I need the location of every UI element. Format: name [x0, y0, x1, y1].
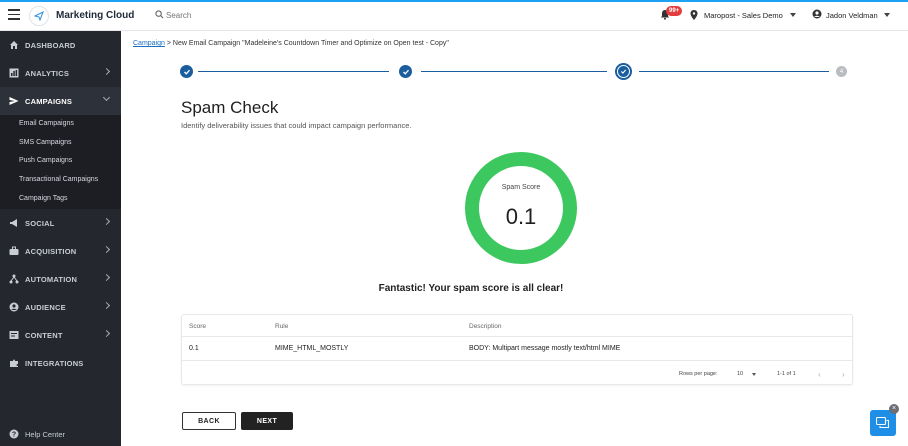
- divider: [182, 360, 852, 361]
- rows-per-page-label: Rows per page:: [679, 371, 718, 377]
- step-1-complete[interactable]: [180, 65, 193, 78]
- chevron-down-icon[interactable]: [752, 373, 756, 376]
- help-center-label: Help Center: [25, 430, 66, 439]
- chevron-right-icon: [102, 301, 111, 310]
- spam-rules-table: Score Rule Description 0.1 MIME_HTML_MOS…: [181, 314, 853, 385]
- check-icon: [402, 69, 409, 75]
- content-icon: [9, 331, 19, 339]
- cell-description: BODY: Multipart message mostly text/html…: [469, 345, 621, 352]
- chevron-down-icon[interactable]: [884, 13, 890, 17]
- sidebar-item-label: CONTENT: [25, 331, 63, 340]
- sidebar-item-label: ANALYTICS: [25, 69, 70, 78]
- account-selector[interactable]: Maropost - Sales Demo: [704, 11, 783, 20]
- send-icon: [9, 97, 19, 105]
- next-page-icon[interactable]: ›: [842, 370, 845, 379]
- column-header-description: Description: [469, 323, 502, 330]
- home-icon: [10, 41, 18, 49]
- chevron-right-icon: [102, 67, 111, 76]
- column-header-score: Score: [189, 323, 206, 330]
- sidebar-item-label: AUTOMATION: [25, 275, 78, 284]
- sidebar-item-audience[interactable]: AUDIENCE: [0, 293, 121, 321]
- chevron-down-icon[interactable]: [790, 13, 796, 17]
- chevron-right-icon: [102, 245, 111, 254]
- chevron-right-icon: [102, 217, 111, 226]
- sidebar-item-label: INTEGRATIONS: [25, 359, 84, 368]
- divider: [182, 336, 852, 337]
- sidebar-item-dashboard[interactable]: DASHBOARD: [0, 31, 121, 59]
- sidebar-item-integrations[interactable]: INTEGRATIONS: [0, 349, 121, 377]
- menu-icon[interactable]: [8, 9, 20, 21]
- sidebar-item-label: ACQUISITION: [25, 247, 77, 256]
- person-icon: [9, 302, 19, 312]
- sidebar-item-label: AUDIENCE: [25, 303, 66, 312]
- rows-per-page-select[interactable]: 10: [737, 371, 743, 377]
- breadcrumb-campaign-link[interactable]: Campaign: [133, 40, 165, 47]
- step-connector: [639, 71, 829, 73]
- sidebar-item-campaigns[interactable]: CAMPAIGNS: [0, 87, 121, 115]
- breadcrumb-current: > New Email Campaign "Madeleine's Countd…: [164, 40, 449, 47]
- breadcrumb: Campaign > New Email Campaign "Madeleine…: [133, 40, 449, 47]
- page-subtitle: Identify deliverability issues that coul…: [181, 121, 412, 130]
- sidebar-item-content[interactable]: CONTENT: [0, 321, 121, 349]
- page-title: Spam Check: [181, 98, 279, 117]
- briefcase-icon: [9, 246, 19, 255]
- user-avatar-icon[interactable]: [812, 9, 822, 19]
- app-title[interactable]: Marketing Cloud: [56, 10, 134, 21]
- spam-score-value: 0.1: [505, 204, 537, 229]
- submenu-sms-campaigns[interactable]: SMS Campaigns: [19, 139, 72, 146]
- check-icon: [620, 69, 627, 74]
- result-message: Fantastic! Your spam score is all clear!: [378, 283, 564, 294]
- step-4-pending[interactable]: 4: [836, 66, 847, 77]
- user-name[interactable]: Jadon Veldman: [826, 11, 878, 20]
- chevron-down-icon: [102, 93, 111, 102]
- spam-score-label: Spam Score: [501, 184, 541, 191]
- logo-icon[interactable]: [29, 6, 49, 26]
- sidebar-item-acquisition[interactable]: ACQUISITION: [0, 237, 121, 265]
- megaphone-icon: [10, 219, 17, 227]
- sidebar-item-label: SOCIAL: [25, 219, 55, 228]
- back-button[interactable]: BACK: [182, 412, 236, 430]
- step-3-current[interactable]: [615, 63, 632, 80]
- chevron-right-icon: [102, 273, 111, 282]
- chart-icon: [9, 68, 19, 78]
- cell-rule: MIME_HTML_MOSTLY: [275, 345, 349, 352]
- step-connector: [421, 71, 607, 73]
- puzzle-icon: [10, 359, 18, 367]
- close-icon[interactable]: ×: [889, 404, 899, 414]
- flow-icon: [9, 274, 19, 284]
- chevron-right-icon: [102, 329, 111, 338]
- search-icon: [155, 10, 164, 19]
- sidebar-item-label: CAMPAIGNS: [25, 97, 73, 106]
- search-input[interactable]: [166, 8, 366, 22]
- progress-stepper: 4: [180, 63, 850, 80]
- sidebar-item-social[interactable]: SOCIAL: [0, 209, 121, 237]
- step-connector: [198, 71, 389, 73]
- chat-icon: [876, 416, 890, 428]
- location-pin-icon: [690, 10, 698, 20]
- svg-text:?: ?: [12, 432, 16, 439]
- next-button[interactable]: NEXT: [241, 412, 293, 430]
- prev-page-icon[interactable]: ‹: [818, 370, 821, 379]
- submenu-campaign-tags[interactable]: Campaign Tags: [19, 195, 68, 202]
- column-header-rule: Rule: [275, 323, 289, 330]
- step-2-complete[interactable]: [399, 65, 412, 78]
- pagination-range: 1-1 of 1: [777, 371, 796, 377]
- sidebar-item-automation[interactable]: AUTOMATION: [0, 265, 121, 293]
- check-icon: [183, 69, 190, 75]
- top-bar: Marketing Cloud 99+ Maropost - Sales Dem…: [0, 0, 908, 31]
- submenu-push-campaigns[interactable]: Push Campaigns: [19, 157, 72, 164]
- sidebar-item-analytics[interactable]: ANALYTICS: [0, 59, 121, 87]
- help-icon: ?: [9, 429, 19, 439]
- sidebar-item-label: DASHBOARD: [25, 41, 76, 50]
- sidebar: DASHBOARD ANALYTICS CAMPAIGNS Email Camp…: [0, 31, 121, 446]
- submenu-transactional-campaigns[interactable]: Transactional Campaigns: [19, 176, 98, 183]
- campaigns-submenu: Email Campaigns SMS Campaigns Push Campa…: [0, 115, 121, 209]
- notification-badge: 99+: [666, 6, 683, 16]
- cell-score: 0.1: [189, 345, 199, 352]
- top-accent-line: [0, 0, 908, 2]
- submenu-email-campaigns[interactable]: Email Campaigns: [19, 120, 74, 127]
